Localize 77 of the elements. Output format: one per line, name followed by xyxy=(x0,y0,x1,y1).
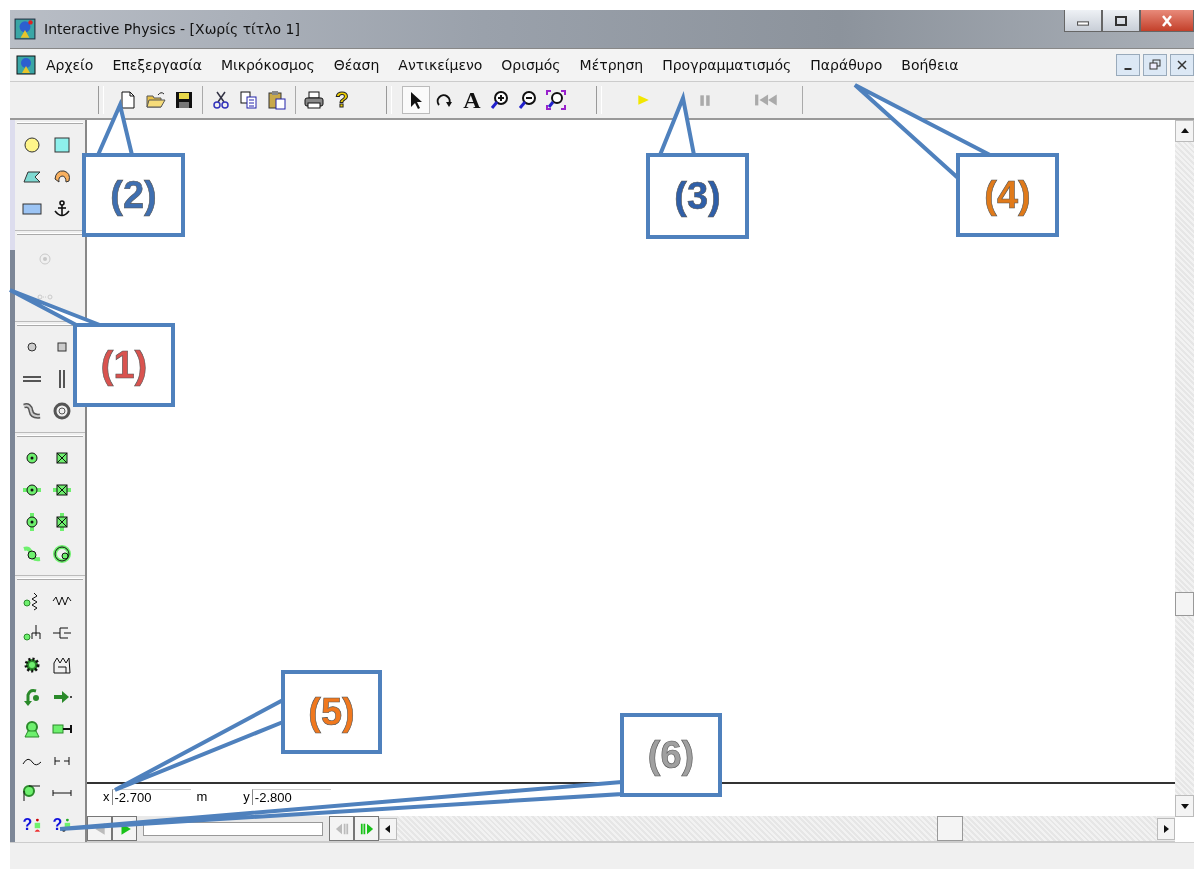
scroll-up-button[interactable] xyxy=(1175,120,1194,142)
right-arrow-icon xyxy=(1162,824,1170,833)
x-label: x xyxy=(103,789,110,804)
curved-slot-icon xyxy=(22,401,42,421)
step-back-icon xyxy=(334,821,349,836)
menu-item[interactable]: Μικρόκοσμος xyxy=(220,57,315,73)
scroll-right-button[interactable] xyxy=(1157,817,1175,840)
callout-number: (3) xyxy=(674,175,721,217)
paste-icon xyxy=(267,90,287,110)
curved-pin-slot-icon xyxy=(22,544,42,564)
open-folder-icon xyxy=(146,90,166,110)
callout-number: (6) xyxy=(647,734,695,776)
menu-item[interactable]: Παράθυρο xyxy=(810,57,883,73)
ring-slot-icon xyxy=(52,401,72,421)
step-back-button[interactable] xyxy=(329,816,354,841)
menu-item[interactable]: Προγραμματισμός xyxy=(662,57,792,73)
close-icon xyxy=(1175,58,1189,72)
play-icon xyxy=(636,93,650,107)
y-label: y xyxy=(243,789,250,804)
menu-item[interactable]: Επεξεργασία xyxy=(112,57,202,73)
circle-icon xyxy=(22,135,42,155)
callout-number: (4) xyxy=(984,174,1031,216)
rotation-motor-icon xyxy=(22,687,42,707)
window-title: Interactive Physics - [Χωρίς τίτλο 1] xyxy=(44,21,300,37)
document-icon xyxy=(16,55,36,75)
zoom-in-icon xyxy=(490,90,510,110)
menu-item[interactable]: Αρχείο xyxy=(46,57,94,73)
damper-joint-icon xyxy=(22,623,42,643)
app-icon xyxy=(14,18,36,40)
menu-item[interactable]: Ορισμός xyxy=(501,57,561,73)
anchor-icon xyxy=(52,199,72,219)
callout-number: (5) xyxy=(308,691,355,733)
menu-item[interactable]: Μέτρηση xyxy=(579,57,644,73)
scrollbar-corner xyxy=(1175,817,1194,842)
minimize-button[interactable] xyxy=(1116,54,1140,76)
query-tool-button[interactable]: ? xyxy=(15,809,49,841)
weight-icon xyxy=(32,817,42,833)
callout-number: (2) xyxy=(110,174,157,216)
pause-icon xyxy=(698,93,712,107)
menu-item[interactable]: Θέαση xyxy=(333,57,380,73)
horizontal-scrollbar[interactable] xyxy=(397,816,1157,841)
text-tool-button[interactable]: A xyxy=(458,86,486,114)
scroll-thumb[interactable] xyxy=(1175,592,1194,616)
restore-icon xyxy=(1148,58,1162,72)
copy-icon xyxy=(239,90,259,110)
scroll-down-button[interactable] xyxy=(1175,795,1194,817)
left-arrow-icon xyxy=(384,824,392,833)
up-arrow-icon xyxy=(1180,127,1189,135)
minimize-icon xyxy=(1124,68,1132,70)
printer-icon xyxy=(304,90,324,110)
rewind-icon xyxy=(754,93,780,107)
rope-pulley-icon xyxy=(22,783,42,803)
pointer-button[interactable] xyxy=(402,86,430,114)
square-icon xyxy=(52,135,72,155)
callout-number: (1) xyxy=(100,344,148,386)
menu-item[interactable]: Αντικείμενο xyxy=(398,57,483,73)
zoom-fit-icon xyxy=(546,90,566,110)
close-button[interactable] xyxy=(1170,54,1194,76)
minimize-button[interactable] xyxy=(1064,10,1102,32)
down-arrow-icon xyxy=(1180,802,1189,810)
step-forward-icon xyxy=(359,821,374,836)
step-forward-button[interactable] xyxy=(354,816,379,841)
close-button[interactable] xyxy=(1140,10,1194,32)
zoom-out-icon xyxy=(518,90,538,110)
unit-label: m xyxy=(196,789,208,804)
ring-pin-slot-icon xyxy=(52,544,72,564)
motor-icon xyxy=(22,719,42,739)
minimize-icon xyxy=(1077,21,1089,26)
menu-item[interactable]: Βοήθεια xyxy=(901,57,959,73)
maximize-button[interactable] xyxy=(1102,10,1140,32)
new-document-icon xyxy=(118,90,138,110)
gear-icon xyxy=(22,655,42,675)
save-icon xyxy=(174,90,194,110)
scroll-left-button[interactable] xyxy=(379,817,397,840)
restore-button[interactable] xyxy=(1143,54,1167,76)
scroll-thumb[interactable] xyxy=(937,816,963,841)
scissors-icon xyxy=(211,90,231,110)
